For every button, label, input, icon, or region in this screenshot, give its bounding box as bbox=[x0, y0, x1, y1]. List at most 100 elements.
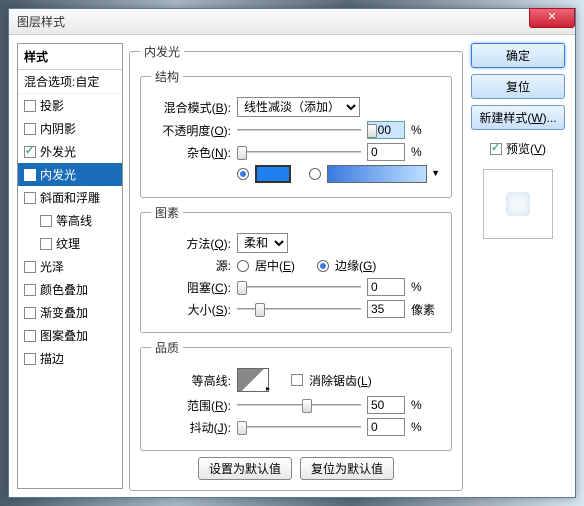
contour-picker[interactable] bbox=[237, 368, 269, 392]
blend-mode-select[interactable]: 线性减淡（添加） bbox=[237, 97, 360, 117]
blend-mode-label: 混合模式(B): bbox=[151, 99, 231, 116]
main-panel: 内发光 结构 混合模式(B): 线性减淡（添加） 不透明度(O): 100 % bbox=[129, 43, 463, 489]
ok-button[interactable]: 确定 bbox=[471, 43, 565, 68]
noise-unit: % bbox=[411, 145, 441, 159]
choke-slider[interactable] bbox=[237, 279, 361, 295]
method-select[interactable]: 柔和 bbox=[237, 233, 288, 253]
sidebar-item-内发光[interactable]: 内发光 bbox=[18, 163, 122, 186]
sidebar-checkbox[interactable] bbox=[24, 192, 36, 204]
sidebar-item-label: 内阴影 bbox=[40, 120, 76, 137]
gradient-swatch[interactable] bbox=[327, 165, 427, 183]
elements-group: 图素 方法(Q): 柔和 源: 居中(E) 边缘(G) 阻塞(C): bbox=[140, 204, 452, 333]
sidebar-checkbox[interactable] bbox=[24, 284, 36, 296]
source-center-radio[interactable] bbox=[237, 260, 249, 272]
sidebar-item-图案叠加[interactable]: 图案叠加 bbox=[18, 324, 122, 347]
size-slider[interactable] bbox=[237, 301, 361, 317]
sidebar-item-label: 渐变叠加 bbox=[40, 304, 88, 321]
sidebar-item-颜色叠加[interactable]: 颜色叠加 bbox=[18, 278, 122, 301]
sidebar-item-label: 光泽 bbox=[40, 258, 64, 275]
sidebar-item-纹理[interactable]: 纹理 bbox=[18, 232, 122, 255]
right-column: 确定 复位 新建样式(W)... 预览(V) bbox=[469, 43, 567, 489]
panel-title: 内发光 bbox=[140, 43, 184, 60]
window-title: 图层样式 bbox=[17, 13, 65, 30]
opacity-slider[interactable] bbox=[237, 122, 361, 138]
jitter-unit: % bbox=[411, 420, 441, 434]
size-input[interactable]: 35 bbox=[367, 300, 405, 318]
close-button[interactable]: ✕ bbox=[529, 8, 575, 28]
cancel-button[interactable]: 复位 bbox=[471, 74, 565, 99]
structure-group: 结构 混合模式(B): 线性减淡（添加） 不透明度(O): 100 % 杂色(N… bbox=[140, 68, 452, 198]
source-edge-label: 边缘(G) bbox=[335, 257, 376, 274]
range-input[interactable]: 50 bbox=[367, 396, 405, 414]
sidebar-item-label: 纹理 bbox=[56, 235, 80, 252]
antialias-checkbox[interactable] bbox=[291, 374, 303, 386]
sidebar-item-描边[interactable]: 描边 bbox=[18, 347, 122, 370]
range-unit: % bbox=[411, 398, 441, 412]
source-label: 源: bbox=[151, 257, 231, 274]
sidebar-item-光泽[interactable]: 光泽 bbox=[18, 255, 122, 278]
antialias-label: 消除锯齿(L) bbox=[309, 372, 372, 389]
sidebar-item-label: 投影 bbox=[40, 97, 64, 114]
sidebar-checkbox[interactable] bbox=[24, 307, 36, 319]
sidebar-checkbox[interactable] bbox=[40, 215, 52, 227]
sidebar-checkbox[interactable] bbox=[24, 261, 36, 273]
sidebar-blend-options[interactable]: 混合选项:自定 bbox=[18, 70, 122, 94]
preview-checkbox[interactable] bbox=[490, 143, 502, 155]
jitter-input[interactable]: 0 bbox=[367, 418, 405, 436]
opacity-label: 不透明度(O): bbox=[151, 122, 231, 139]
layer-style-dialog: 图层样式 ✕ 样式 混合选项:自定 投影内阴影外发光内发光斜面和浮雕等高线纹理光… bbox=[8, 8, 576, 498]
sidebar-checkbox[interactable] bbox=[24, 169, 36, 181]
reset-default-button[interactable]: 复位为默认值 bbox=[300, 457, 394, 480]
structure-legend: 结构 bbox=[151, 68, 183, 85]
source-edge-radio[interactable] bbox=[317, 260, 329, 272]
sidebar-item-label: 斜面和浮雕 bbox=[40, 189, 100, 206]
sidebar-checkbox[interactable] bbox=[24, 123, 36, 135]
noise-input[interactable]: 0 bbox=[367, 143, 405, 161]
size-label: 大小(S): bbox=[151, 301, 231, 318]
choke-input[interactable]: 0 bbox=[367, 278, 405, 296]
preview-label: 预览(V) bbox=[506, 140, 546, 157]
jitter-label: 抖动(J): bbox=[151, 419, 231, 436]
sidebar-item-渐变叠加[interactable]: 渐变叠加 bbox=[18, 301, 122, 324]
quality-group: 品质 等高线: 消除锯齿(L) 范围(R): 50 % bbox=[140, 339, 452, 451]
preview-toggle[interactable]: 预览(V) bbox=[490, 140, 546, 157]
sidebar-header[interactable]: 样式 bbox=[18, 44, 122, 70]
color-gradient-radio[interactable] bbox=[309, 168, 321, 180]
range-label: 范围(R): bbox=[151, 397, 231, 414]
sidebar-item-外发光[interactable]: 外发光 bbox=[18, 140, 122, 163]
noise-slider[interactable] bbox=[237, 144, 361, 160]
titlebar[interactable]: 图层样式 ✕ bbox=[9, 9, 575, 35]
sidebar-item-label: 颜色叠加 bbox=[40, 281, 88, 298]
sidebar-checkbox[interactable] bbox=[40, 238, 52, 250]
new-style-button[interactable]: 新建样式(W)... bbox=[471, 105, 565, 130]
sidebar-item-label: 描边 bbox=[40, 350, 64, 367]
elements-legend: 图素 bbox=[151, 204, 183, 221]
jitter-slider[interactable] bbox=[237, 419, 361, 435]
method-label: 方法(Q): bbox=[151, 235, 231, 252]
sidebar-checkbox[interactable] bbox=[24, 330, 36, 342]
opacity-unit: % bbox=[411, 123, 441, 137]
set-default-button[interactable]: 设置为默认值 bbox=[198, 457, 292, 480]
range-slider[interactable] bbox=[237, 397, 361, 413]
sidebar-item-label: 图案叠加 bbox=[40, 327, 88, 344]
sidebar-item-斜面和浮雕[interactable]: 斜面和浮雕 bbox=[18, 186, 122, 209]
styles-sidebar: 样式 混合选项:自定 投影内阴影外发光内发光斜面和浮雕等高线纹理光泽颜色叠加渐变… bbox=[17, 43, 123, 489]
sidebar-checkbox[interactable] bbox=[24, 146, 36, 158]
contour-label: 等高线: bbox=[151, 372, 231, 389]
sidebar-item-等高线[interactable]: 等高线 bbox=[18, 209, 122, 232]
size-unit: 像素 bbox=[411, 301, 441, 318]
color-solid-radio[interactable] bbox=[237, 168, 249, 180]
sidebar-item-内阴影[interactable]: 内阴影 bbox=[18, 117, 122, 140]
sidebar-checkbox[interactable] bbox=[24, 100, 36, 112]
source-center-label: 居中(E) bbox=[255, 257, 295, 274]
color-swatch[interactable] bbox=[255, 165, 291, 183]
preview-thumbnail bbox=[483, 169, 553, 239]
panel-fieldset: 内发光 结构 混合模式(B): 线性减淡（添加） 不透明度(O): 100 % bbox=[129, 43, 463, 491]
content: 样式 混合选项:自定 投影内阴影外发光内发光斜面和浮雕等高线纹理光泽颜色叠加渐变… bbox=[9, 35, 575, 497]
sidebar-item-label: 外发光 bbox=[40, 143, 76, 160]
noise-label: 杂色(N): bbox=[151, 144, 231, 161]
sidebar-checkbox[interactable] bbox=[24, 353, 36, 365]
quality-legend: 品质 bbox=[151, 339, 183, 356]
sidebar-item-投影[interactable]: 投影 bbox=[18, 94, 122, 117]
choke-label: 阻塞(C): bbox=[151, 279, 231, 296]
